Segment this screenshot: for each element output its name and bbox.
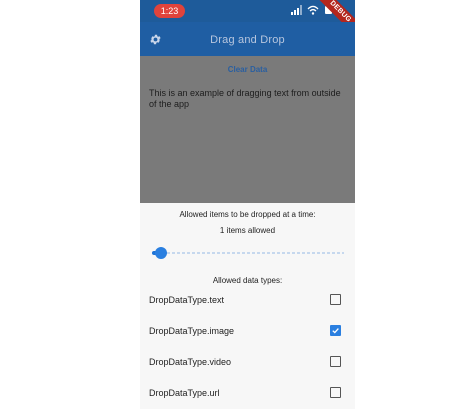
type-label-url: DropDataType.url: [149, 388, 220, 398]
items-slider[interactable]: [152, 246, 344, 260]
items-allowed-label: 1 items allowed: [219, 226, 276, 235]
type-checkbox-image[interactable]: [330, 325, 341, 336]
status-bar: 1:23 DEBUG: [140, 0, 355, 41]
settings-sheet: Allowed items to be dropped at a time: 1…: [140, 203, 355, 409]
wifi-icon: [307, 5, 319, 15]
drop-area[interactable]: Clear Data This is an example of draggin…: [140, 56, 355, 203]
type-label-video: DropDataType.video: [149, 357, 232, 367]
clear-data-button[interactable]: Clear Data: [140, 65, 355, 74]
cell-signal-icon: [291, 5, 302, 15]
type-label-image: DropDataType.image: [149, 326, 235, 336]
example-text: This is an example of dragging text from…: [149, 88, 341, 109]
type-row-url[interactable]: DropDataType.url: [140, 384, 355, 404]
type-row-image[interactable]: DropDataType.image: [140, 322, 355, 342]
type-checkbox-video[interactable]: [330, 356, 341, 367]
type-label-text: DropDataType.text: [149, 295, 225, 305]
type-row-text[interactable]: DropDataType.text: [140, 291, 355, 311]
app-bar: Drag and Drop: [140, 22, 355, 56]
app-title: Drag and Drop: [210, 34, 285, 46]
type-row-video[interactable]: DropDataType.video: [140, 353, 355, 373]
check-icon: [332, 328, 339, 334]
status-time: 1:23: [154, 4, 185, 18]
types-heading: Allowed data types:: [212, 276, 283, 285]
slider-track[interactable]: [152, 252, 344, 254]
slider-thumb[interactable]: [155, 247, 167, 259]
phone-screen: 1:23 DEBUG Drag and Drop Clear Data This…: [140, 0, 355, 409]
items-heading: Allowed items to be dropped at a time:: [179, 210, 316, 219]
type-checkbox-text[interactable]: [330, 294, 341, 305]
type-checkbox-url[interactable]: [330, 387, 341, 398]
